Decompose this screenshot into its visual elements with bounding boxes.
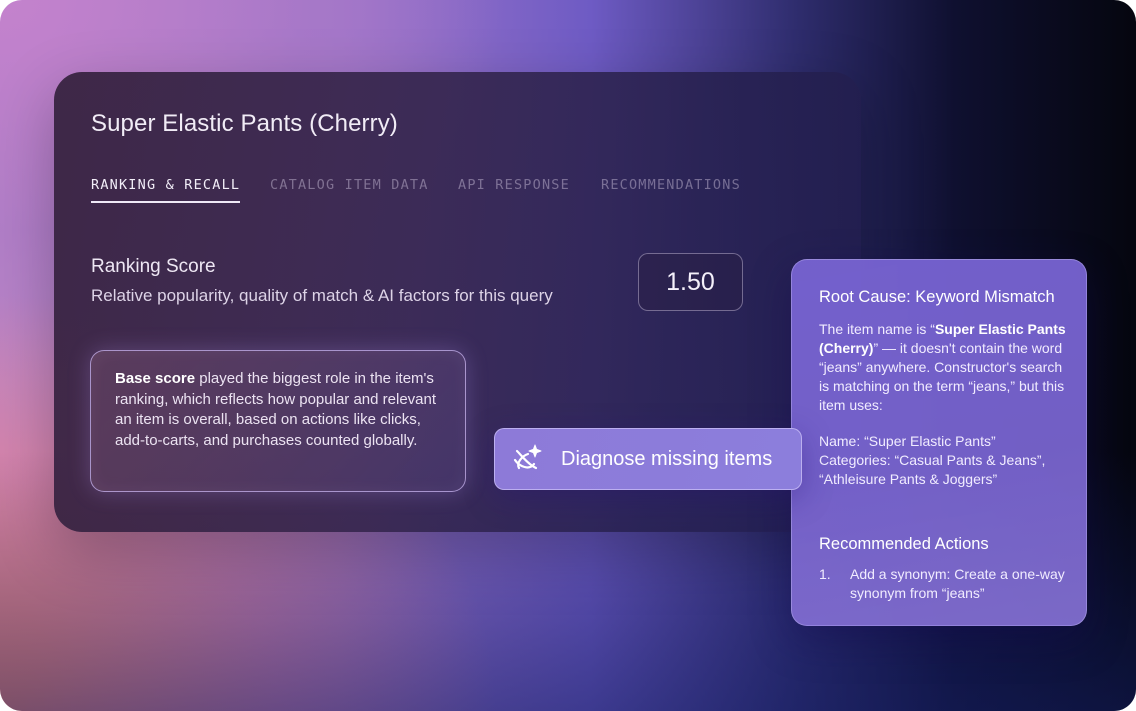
base-score-bold: Base score: [115, 370, 196, 387]
recommended-action-item: 1. Add a synonym: Create a one-way synon…: [819, 565, 1074, 603]
ranking-score-value: 1.50: [638, 253, 743, 311]
base-score-explanation: Base score played the biggest role in th…: [90, 350, 466, 492]
diagnose-button-label: Diagnose missing items: [561, 447, 773, 470]
sparkle-diagnose-icon: [510, 442, 544, 476]
root-cause-name-line: Name: “Super Elastic Pants”: [819, 433, 996, 449]
root-cause-intro-prefix: The item name is “: [819, 321, 935, 337]
tab-bar: RANKING & RECALL CATALOG ITEM DATA API R…: [91, 177, 740, 203]
recommended-actions-title: Recommended Actions: [819, 535, 989, 553]
page-title: Super Elastic Pants (Cherry): [91, 110, 398, 137]
tab-catalog-item-data[interactable]: CATALOG ITEM DATA: [270, 177, 429, 201]
root-cause-panel: Root Cause: Keyword Mismatch The item na…: [791, 259, 1087, 626]
tab-recommendations[interactable]: RECOMMENDATIONS: [601, 177, 741, 201]
root-cause-categories-line: Categories: “Casual Pants & Jeans”, “Ath…: [819, 452, 1046, 487]
ranking-score-label: Ranking Score: [91, 256, 216, 277]
root-cause-body: The item name is “Super Elastic Pants (C…: [819, 320, 1069, 489]
action-text: Add a synonym: Create a one-way synonym …: [850, 566, 1065, 601]
action-number: 1.: [819, 566, 831, 582]
ranking-score-description: Relative popularity, quality of match & …: [91, 286, 553, 305]
tab-ranking-recall[interactable]: RANKING & RECALL: [91, 177, 241, 203]
tab-api-response[interactable]: API RESPONSE: [458, 177, 570, 201]
diagnose-missing-items-button[interactable]: Diagnose missing items: [494, 428, 802, 490]
root-cause-title: Root Cause: Keyword Mismatch: [819, 288, 1055, 306]
